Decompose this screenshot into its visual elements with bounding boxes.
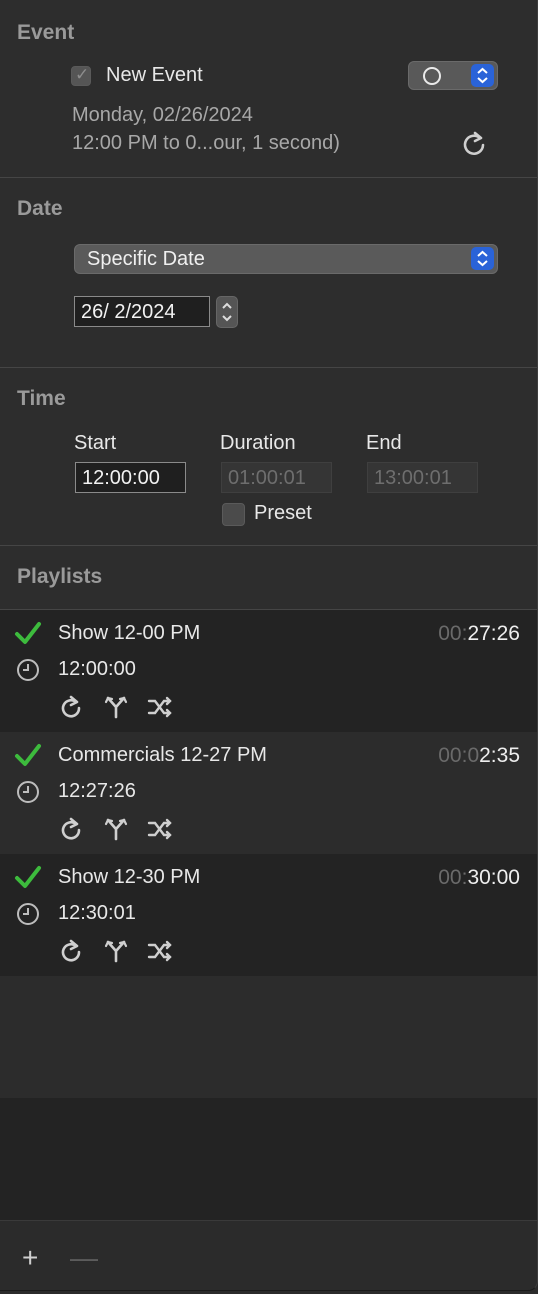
date-stepper[interactable] [216,296,238,328]
playlist-duration: 00:02:35 [438,744,520,767]
shuffle-icon[interactable] [147,938,173,964]
checkmark-icon[interactable] [14,620,42,648]
playlist-duration: 00:30:00 [438,866,520,889]
time-section-title: Time [17,387,66,410]
empty-row [0,976,537,1098]
checkmark-icon[interactable] [14,864,42,892]
repeat-icon[interactable] [58,816,84,842]
date-mode-popup[interactable]: Specific Date [74,244,498,274]
date-mode-value: Specific Date [87,248,205,270]
playlist-start-time: 12:27:26 [58,780,136,802]
event-date-summary: Monday, 02/26/2024 [72,104,253,126]
preset-checkbox[interactable] [222,503,245,526]
end-label: End [366,432,402,454]
add-playlist-button[interactable]: + [22,1242,38,1274]
playlist-row[interactable]: Show 12-30 PM 00:30:00 12:30:01 [0,854,537,976]
checkmark-icon: ✓ [75,65,90,84]
merge-icon[interactable] [103,694,129,720]
divider [0,177,537,178]
divider [0,545,537,546]
repeat-icon[interactable] [460,129,488,157]
empty-row [0,1098,537,1220]
merge-icon[interactable] [103,816,129,842]
merge-icon[interactable] [103,938,129,964]
event-color-popup[interactable] [408,61,498,90]
playlist-duration: 00:27:26 [438,622,520,645]
duration-field: 01:00:01 [221,462,332,493]
checkmark-icon[interactable] [14,742,42,770]
playlists-section-title: Playlists [17,565,103,588]
date-field[interactable]: 26/ 2/2024 [74,296,210,327]
event-section-title: Event [17,21,75,44]
playlist-row[interactable]: Commercials 12-27 PM 00:02:35 12:27:26 [0,732,537,854]
divider [0,367,537,368]
event-name-label: New Event [106,64,203,86]
popup-arrows-icon [471,64,494,87]
playlist-name: Commercials 12-27 PM [58,744,267,766]
remove-playlist-button[interactable]: — [70,1242,98,1274]
playlist-row[interactable]: Show 12-00 PM 00:27:26 12:00:00 [0,610,537,732]
playlist-start-time: 12:00:00 [58,658,136,680]
start-time-field[interactable]: 12:00:00 [75,462,186,493]
event-time-summary: 12:00 PM to 0...our, 1 second) [72,132,340,154]
playlist-start-time: 12:30:01 [58,902,136,924]
popup-arrows-icon [471,247,494,270]
duration-label: Duration [220,432,296,454]
playlist-name: Show 12-00 PM [58,622,201,644]
preset-label: Preset [254,502,312,524]
circle-icon [423,67,441,85]
repeat-icon[interactable] [58,694,84,720]
playlist-name: Show 12-30 PM [58,866,201,888]
clock-icon [17,903,39,925]
clock-icon [17,659,39,681]
clock-icon [17,781,39,803]
end-time-field: 13:00:01 [367,462,478,493]
inspector-panel: Event ✓ New Event Monday, 02/26/2024 12:… [0,0,538,1291]
repeat-icon[interactable] [58,938,84,964]
start-label: Start [74,432,117,454]
shuffle-icon[interactable] [147,816,173,842]
shuffle-icon[interactable] [147,694,173,720]
date-section-title: Date [17,197,63,220]
event-enabled-checkbox[interactable]: ✓ [71,65,91,86]
